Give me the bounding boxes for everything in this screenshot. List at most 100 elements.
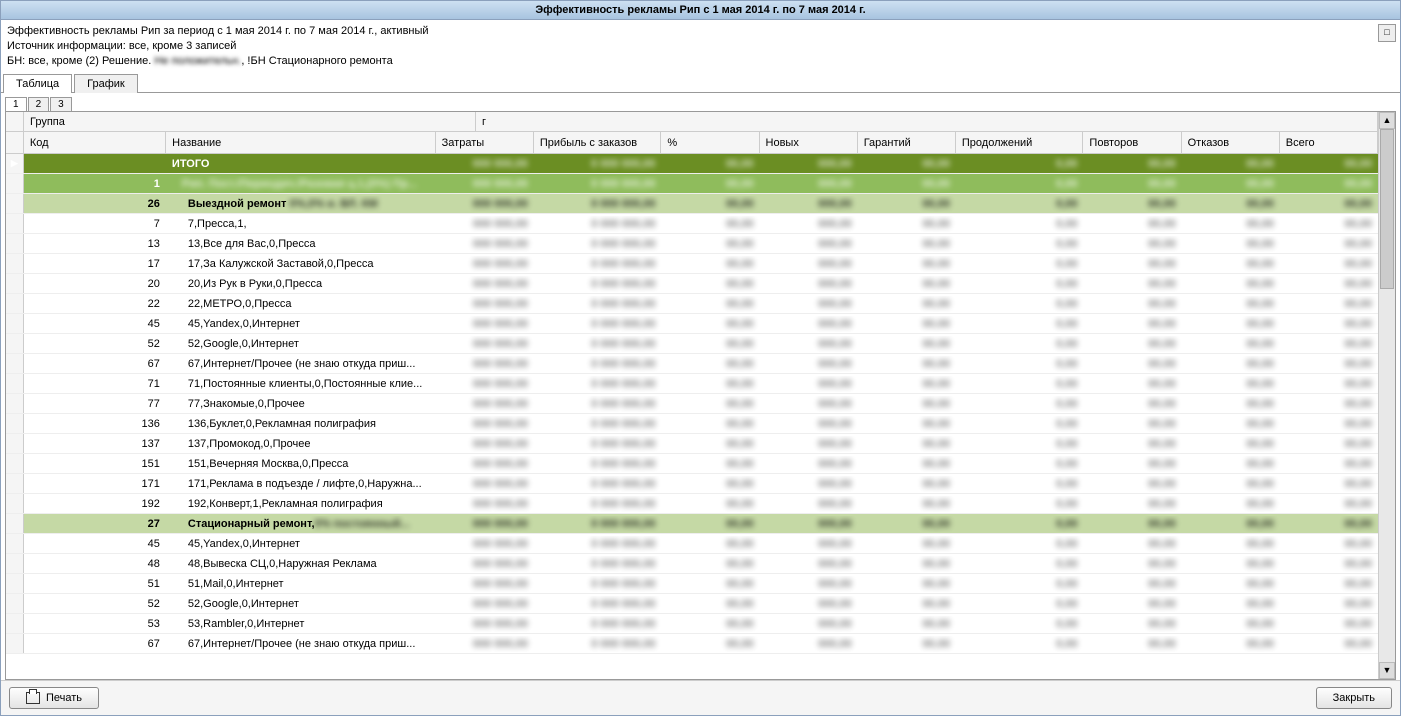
cell-value: 000 000,00 [436,436,534,452]
col-warr[interactable]: Гарантий [858,132,956,153]
tab-chart[interactable]: График [74,74,138,93]
cell-value: 00,00 [661,476,759,492]
cell-value: 00,00 [1280,216,1378,232]
row-marker [6,594,24,613]
cell-value: 000 000,00 [436,556,534,572]
table-row[interactable]: 2020,Из Рук в Руки,0,Пресса000 000,000 0… [6,274,1378,294]
scroll-down-icon[interactable]: ▼ [1379,662,1395,679]
cell-value: 000,00 [760,476,858,492]
table-row[interactable]: 4848,Вывеска СЦ,0,Наружная Реклама000 00… [6,554,1378,574]
cell-name: 171,Реклама в подъезде / лифте,0,Наружна… [166,476,436,492]
table-row[interactable]: 137137,Промокод,0,Прочее000 000,000 000 … [6,434,1378,454]
tab-table[interactable]: Таблица [3,74,72,93]
table-row[interactable]: 151151,Вечерняя Москва,0,Пресса000 000,0… [6,454,1378,474]
table-row[interactable]: ▶ИТОГО000 000,000 000 000,0000,00000,000… [6,154,1378,174]
subtab-3[interactable]: 3 [50,97,72,111]
print-button[interactable]: Печать [9,687,99,709]
cell-code: 192 [24,496,166,512]
cell-value: 00,00 [1182,436,1280,452]
cell-value: 0 000 000,00 [534,316,662,332]
col-profit[interactable]: Прибыль с заказов [534,132,662,153]
col-code[interactable]: Код [24,132,166,153]
table-row[interactable]: 5252,Google,0,Интернет000 000,000 000 00… [6,594,1378,614]
band-g[interactable]: г [476,112,1378,131]
cell-value: 000,00 [760,276,858,292]
table-row[interactable]: 1313,Все для Вас,0,Пресса000 000,000 000… [6,234,1378,254]
table-row[interactable]: 4545,Yandex,0,Интернет000 000,000 000 00… [6,314,1378,334]
scroll-up-icon[interactable]: ▲ [1379,112,1395,129]
cell-value: 0 000 000,00 [534,156,662,172]
table-row[interactable]: 5353,Rambler,0,Интернет000 000,000 000 0… [6,614,1378,634]
cell-value: 00,00 [661,156,759,172]
cell-value: 0 000 000,00 [534,276,662,292]
cell-value: 000,00 [760,556,858,572]
cell-value: 00,00 [1182,396,1280,412]
cell-value: 000 000,00 [436,616,534,632]
cell-value: 00,00 [1083,176,1181,192]
cell-value: 00,00 [661,416,759,432]
table-row[interactable]: 1Рип. Пост./Периодич./Разовая ц.1,(0%) П… [6,174,1378,194]
cell-value: 00,00 [1280,276,1378,292]
cell-value: 000,00 [760,596,858,612]
cell-value: 00,00 [858,396,956,412]
cell-value: 00,00 [1084,576,1182,592]
col-cost[interactable]: Затраты [436,132,534,153]
cell-value: 00,00 [661,256,759,272]
cell-value: 0 000 000,00 [534,376,662,392]
col-name[interactable]: Название [166,132,436,153]
cell-name: 67,Интернет/Прочее (не знаю откуда приш.… [166,636,436,652]
cell-name: Рип. Пост./Периодич./Разовая ц.1,(0%) Пр… [166,176,436,192]
cell-code: 151 [24,456,166,472]
table-row[interactable]: 136136,Буклет,0,Рекламная полиграфия000 … [6,414,1378,434]
cell-code: 20 [24,276,166,292]
cell-value: 0 000 000,00 [534,216,662,232]
col-rep[interactable]: Повторов [1083,132,1181,153]
cell-value: 0 000 000,00 [534,636,662,652]
cell-value: 00,00 [858,336,956,352]
cell-value: 00,00 [858,416,956,432]
report-info: Эффективность рекламы Рип за период с 1 … [1,20,1400,71]
cell-value: 000 000,00 [436,376,534,392]
table-row[interactable]: 5151,Mail,0,Интернет000 000,000 000 000,… [6,574,1378,594]
table-row[interactable]: 6767,Интернет/Прочее (не знаю откуда при… [6,634,1378,654]
cell-value: 000,00 [760,456,858,472]
table-row[interactable]: 27Стационарный ремонт,0% постоянный...00… [6,514,1378,534]
col-total[interactable]: Всего [1280,132,1378,153]
table-row[interactable]: 7777,Знакомые,0,Прочее000 000,000 000 00… [6,394,1378,414]
cell-value: 0 000 000,00 [534,476,662,492]
col-pct[interactable]: % [661,132,759,153]
table-row[interactable]: 6767,Интернет/Прочее (не знаю откуда при… [6,354,1378,374]
col-new[interactable]: Новых [760,132,858,153]
cell-value: 0,00 [956,596,1084,612]
table-row[interactable]: 77,Пресса,1,000 000,000 000 000,0000,000… [6,214,1378,234]
close-button[interactable]: Закрыть [1316,687,1392,709]
row-marker [6,374,24,393]
cell-value: 00,00 [1084,636,1182,652]
table-row[interactable]: 7171,Постоянные клиенты,0,Постоянные кли… [6,374,1378,394]
subtab-1[interactable]: 1 [5,97,27,111]
cell-value: 0,00 [956,156,1084,172]
table-row[interactable]: 1717,За Калужской Заставой,0,Пресса000 0… [6,254,1378,274]
cell-value: 00,00 [858,516,956,532]
table-row[interactable]: 5252,Google,0,Интернет000 000,000 000 00… [6,334,1378,354]
cell-name: 151,Вечерняя Москва,0,Пресса [166,456,436,472]
cell-value: 000,00 [760,216,858,232]
table-row[interactable]: 171171,Реклама в подъезде / лифте,0,Нару… [6,474,1378,494]
maximize-icon[interactable]: □ [1378,24,1396,42]
table-row[interactable]: 192192,Конверт,1,Рекламная полиграфия000… [6,494,1378,514]
band-group[interactable]: Группа [24,112,476,131]
table-row[interactable]: 26Выездной ремонт 0%,0% и. ВЛ. КМ000 000… [6,194,1378,214]
col-ref[interactable]: Отказов [1182,132,1280,153]
cell-value: 000 000,00 [436,396,534,412]
cell-value: 0 000 000,00 [534,616,662,632]
table-row[interactable]: 4545,Yandex,0,Интернет000 000,000 000 00… [6,534,1378,554]
cell-value: 00,00 [661,636,759,652]
row-marker [6,574,24,593]
row-marker [6,254,24,273]
table-row[interactable]: 2222,МЕТРО,0,Пресса000 000,000 000 000,0… [6,294,1378,314]
vertical-scrollbar[interactable]: ▲ ▼ [1378,112,1395,679]
subtab-2[interactable]: 2 [28,97,50,111]
cell-value: 000 000,00 [436,296,534,312]
cell-name: 137,Промокод,0,Прочее [166,436,436,452]
col-cont[interactable]: Продолжений [956,132,1084,153]
